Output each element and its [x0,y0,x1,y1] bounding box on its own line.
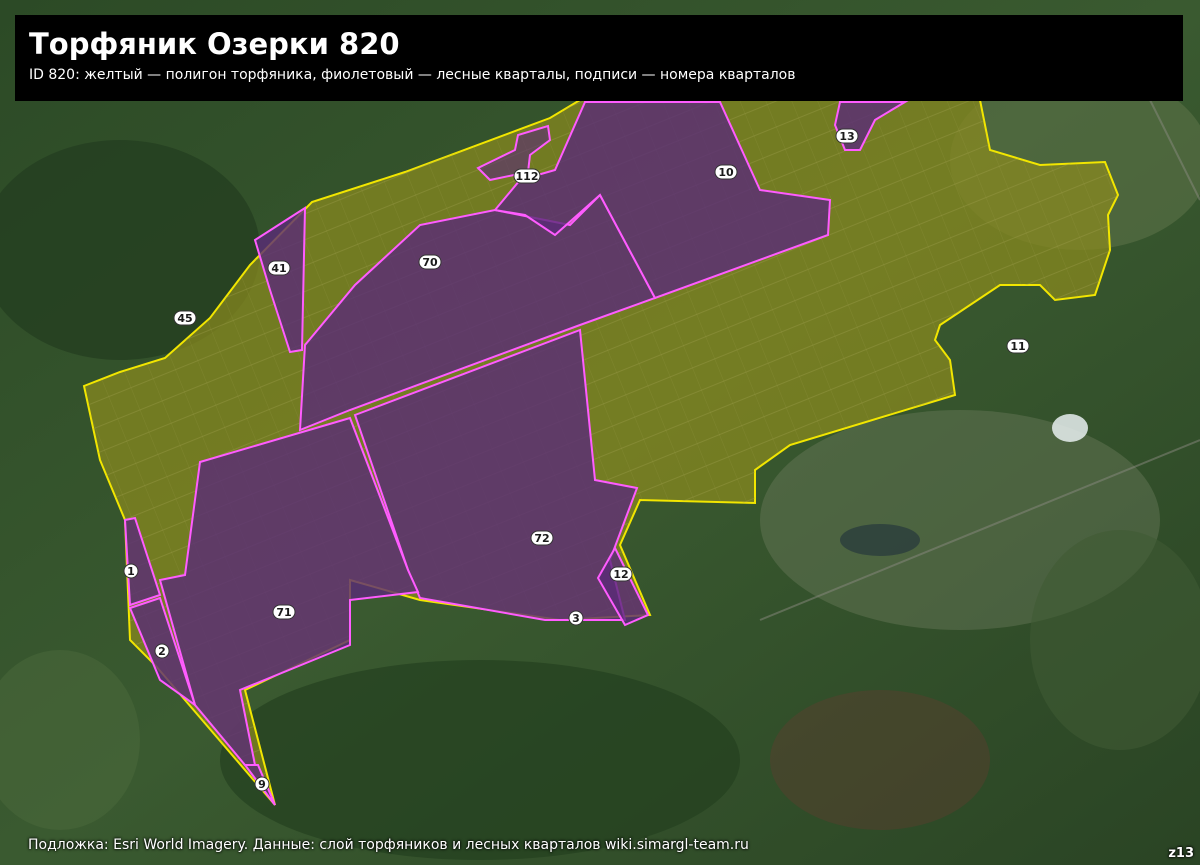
quarter-label-text: 13 [839,130,854,143]
quarter-label[interactable]: 45 [173,310,197,326]
quarter-label[interactable]: 3 [568,610,584,626]
quarter-label-text: 11 [1010,340,1025,353]
quarter-label-text: 72 [534,532,549,545]
quarter-label[interactable]: 41 [267,260,291,276]
quarter-label-text: 70 [422,256,438,269]
quarter-label[interactable]: 13 [835,128,859,144]
map-header: Торфяник Озерки 820 ID 820: желтый — пол… [15,15,1183,101]
quarter-label[interactable]: 10 [714,164,738,180]
quarter-label-text: 9 [258,778,266,791]
quarter-label-text: 3 [572,612,580,625]
map-subtitle: ID 820: желтый — полигон торфяника, фиол… [29,67,796,83]
map-view[interactable]: 112 10 13 70 41 45 11 72 71 12 1 2 3 9 Т… [0,0,1200,865]
quarter-label[interactable]: 72 [530,530,554,546]
quarter-label[interactable]: 71 [272,604,296,620]
zoom-level-label: z13 [1168,846,1194,861]
quarter-label[interactable]: 9 [254,776,270,792]
quarter-label-text: 1 [127,565,135,578]
quarter-label[interactable]: 11 [1006,338,1030,354]
quarter-label[interactable]: 70 [418,254,442,270]
quarter-label[interactable]: 12 [609,566,633,582]
quarter-label[interactable]: 2 [154,643,170,659]
quarter-label-text: 112 [516,170,539,183]
quarter-label[interactable]: 1 [123,563,139,579]
quarter-label-text: 10 [718,166,734,179]
quarter-label-text: 71 [276,606,291,619]
map-title: Торфяник Озерки 820 [29,27,400,61]
quarter-label-text: 41 [271,262,286,275]
quarter-label-text: 45 [177,312,192,325]
map-canvas[interactable]: 112 10 13 70 41 45 11 72 71 12 1 2 3 9 [0,0,1200,865]
map-attribution: Подложка: Esri World Imagery. Данные: сл… [28,837,749,853]
quarter-label-text: 12 [613,568,628,581]
quarter-label[interactable]: 112 [513,168,541,184]
quarter-label-text: 2 [158,645,166,658]
